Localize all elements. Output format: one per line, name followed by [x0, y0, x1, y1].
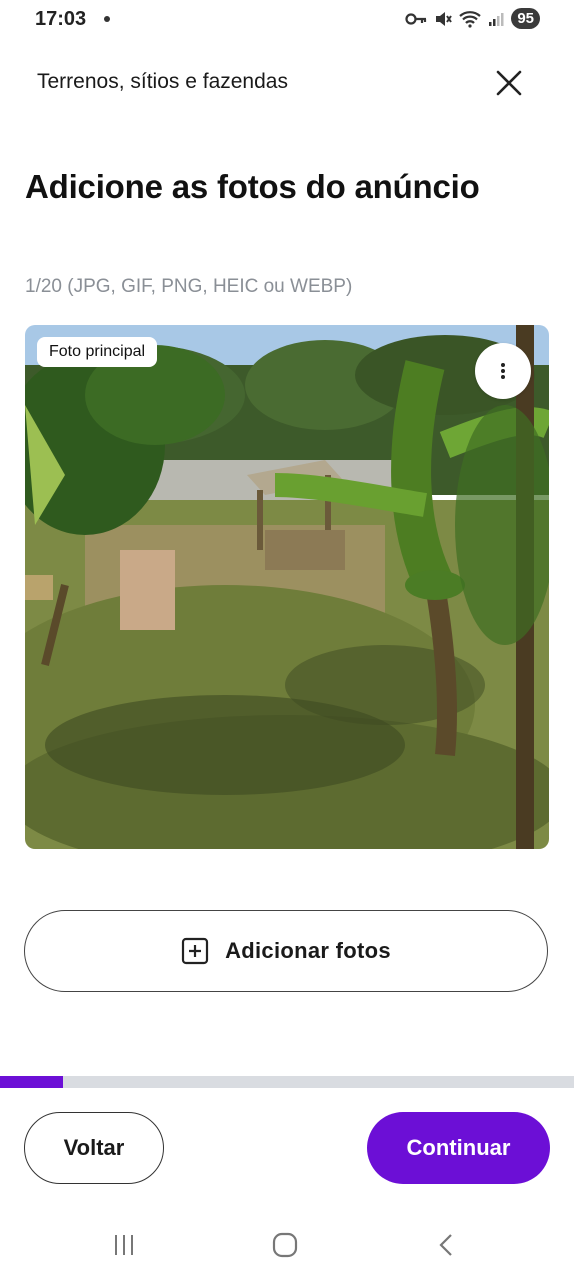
progress-fill	[0, 1076, 64, 1088]
back-button[interactable]: Voltar	[24, 1112, 164, 1184]
main-photo-card[interactable]: Foto principal	[25, 325, 549, 849]
system-back-button[interactable]	[426, 1230, 466, 1260]
progress-bar	[0, 1076, 574, 1088]
notification-dot-icon	[104, 16, 110, 22]
add-photos-label: Adicionar fotos	[225, 938, 391, 963]
header-title: Terrenos, sítios e fazendas	[37, 70, 288, 93]
system-nav-bar	[0, 1210, 574, 1280]
add-photos-button[interactable]: Adicionar fotos	[24, 910, 548, 992]
status-time: 17:03	[35, 8, 87, 30]
land-photo	[25, 325, 549, 849]
key-icon	[405, 12, 427, 26]
more-vertical-icon	[501, 363, 505, 379]
close-icon	[496, 70, 522, 96]
screen: 17:03 95 Terrenos, sítios e fazendas Adi…	[0, 0, 574, 1280]
page-title: Adicione as fotos do anúncio	[25, 168, 480, 205]
mute-icon	[434, 10, 453, 28]
photo-count: 1/20 (JPG, GIF, PNG, HEIC ou WEBP)	[25, 276, 353, 297]
recent-apps-icon	[115, 1235, 133, 1255]
back-chevron-icon	[439, 1234, 452, 1256]
battery-indicator: 95	[511, 8, 540, 29]
recent-apps-button[interactable]	[104, 1230, 144, 1260]
add-square-icon	[181, 937, 209, 965]
close-button[interactable]	[492, 66, 526, 100]
status-bar: 17:03 95	[0, 0, 574, 40]
main-photo-badge: Foto principal	[37, 337, 158, 367]
home-button[interactable]	[265, 1230, 305, 1260]
signal-icon	[488, 11, 504, 27]
photo-options-button[interactable]	[475, 343, 531, 399]
home-icon	[272, 1232, 298, 1258]
status-icons: 95	[405, 8, 540, 29]
continue-button[interactable]: Continuar	[367, 1112, 550, 1184]
wifi-icon	[459, 10, 482, 28]
